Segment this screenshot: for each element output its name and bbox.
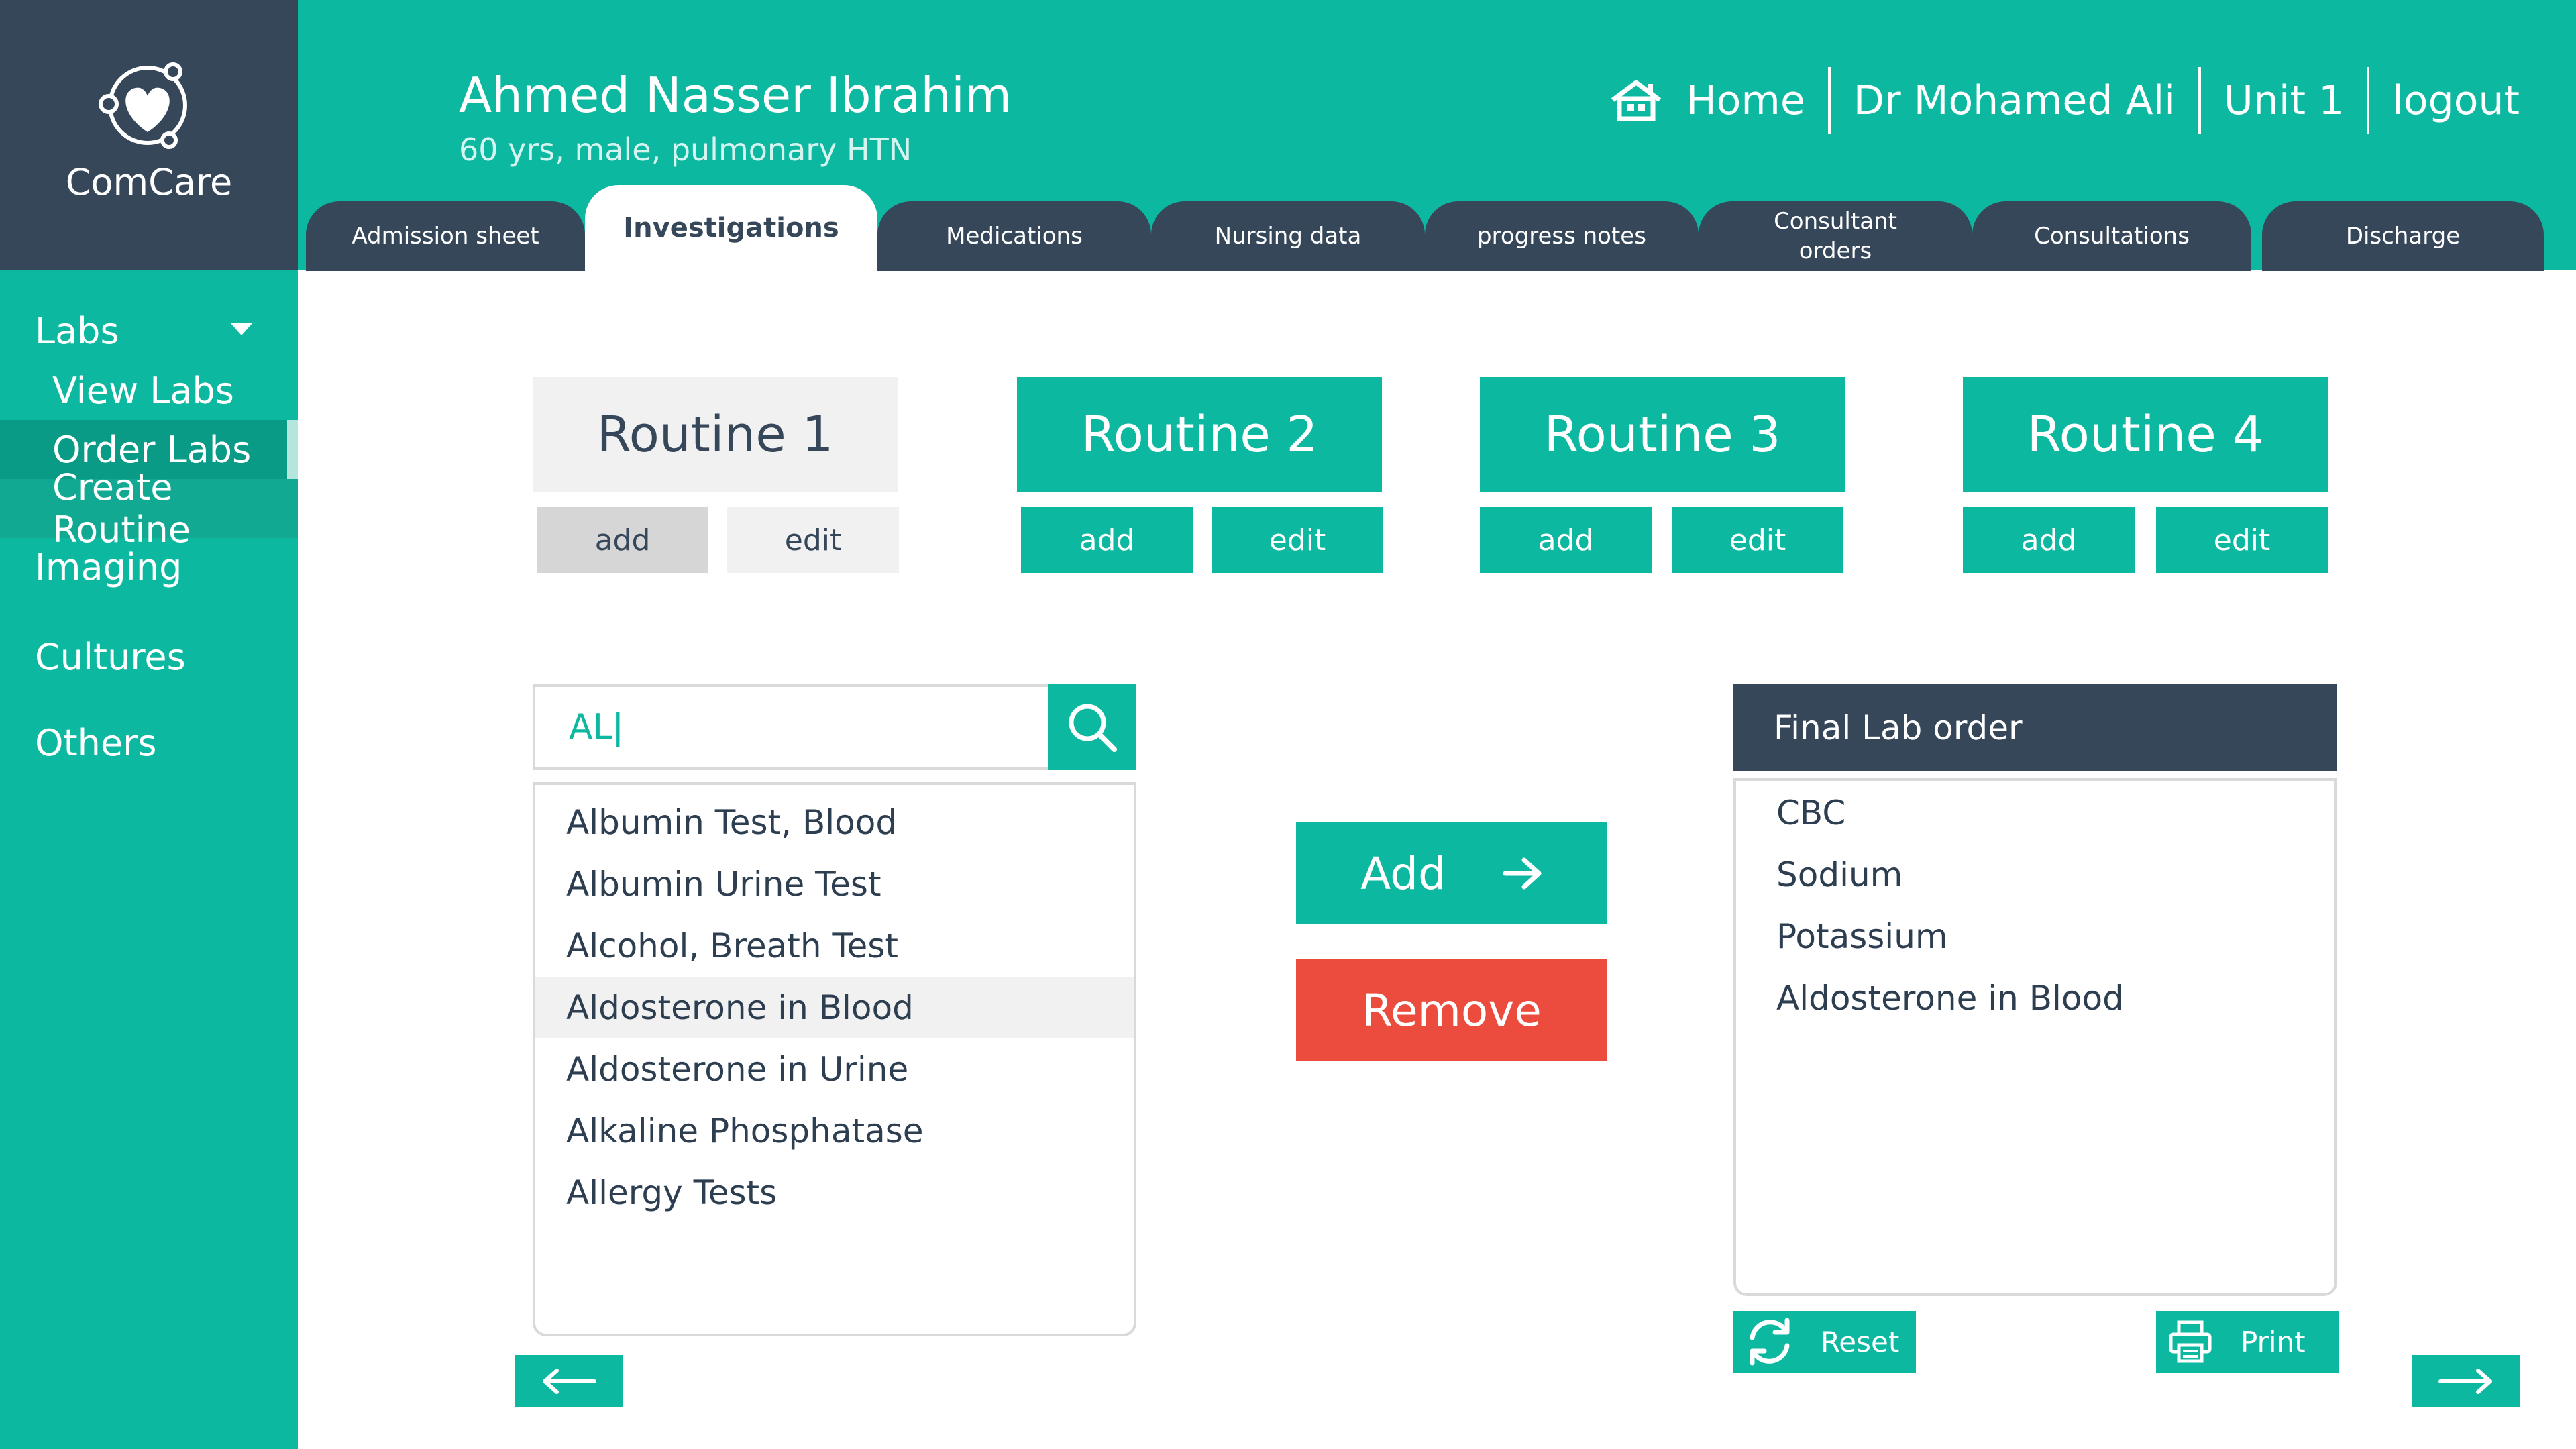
final-lab-order-title: Final Lab order [1733,684,2337,771]
sidebar-item-label: Order Labs [52,428,252,471]
tab-nursing-data[interactable]: Nursing data [1151,201,1425,271]
sidebar-item-imaging[interactable]: Imaging [35,546,182,588]
routine-4-button[interactable]: Routine 4 [1963,377,2328,492]
next-button[interactable] [2412,1355,2520,1407]
search-button[interactable] [1048,684,1136,770]
routine-2-button[interactable]: Routine 2 [1017,377,1382,492]
tab-admission-sheet[interactable]: Admission sheet [306,201,585,271]
tab-progress-notes[interactable]: progress notes [1425,201,1699,271]
list-item[interactable]: Aldosterone in Blood [1736,967,2334,1029]
arrow-left-icon [543,1368,596,1394]
tab-discharge[interactable]: Discharge [2262,201,2544,271]
list-item[interactable]: Alkaline Phosphatase [535,1100,1134,1162]
sidebar-item-others[interactable]: Others [35,722,156,764]
list-item[interactable]: Albumin Test, Blood [535,792,1134,853]
list-item[interactable]: CBC [1736,782,2334,844]
print-label: Print [2241,1325,2306,1358]
heart-logo-icon [99,62,187,149]
sidebar-item-cultures[interactable]: Cultures [35,636,186,678]
patient-info: 60 yrs, male, pulmonary HTN [459,131,912,168]
routine-3-button[interactable]: Routine 3 [1480,377,1845,492]
tab-medications[interactable]: Medications [877,201,1151,271]
sidebar-item-view-labs[interactable]: View Labs [0,361,298,420]
routine-4-add-button[interactable]: add [1963,507,2135,573]
sidebar-item-labs[interactable]: Labs [35,310,119,352]
chevron-down-icon[interactable] [231,323,252,335]
list-item[interactable]: Albumin Urine Test [535,853,1134,915]
tab-consultant-orders[interactable]: Consultant orders [1699,201,1972,271]
list-item[interactable]: Sodium [1736,844,2334,906]
sidebar-item-create-routine[interactable]: Create Routine [0,466,298,551]
list-item[interactable]: Aldosterone in Urine [535,1038,1134,1100]
list-item[interactable]: Allergy Tests [535,1162,1134,1224]
doctor-name[interactable]: Dr Mohamed Ali [1831,67,2201,134]
search-input[interactable]: AL| [533,684,1049,770]
list-item-selected[interactable]: Aldosterone in Blood [535,977,1134,1038]
routine-4-edit-button[interactable]: edit [2156,507,2328,573]
lab-results-list[interactable]: Albumin Test, Blood Albumin Urine Test A… [533,782,1136,1336]
list-item[interactable]: Potassium [1736,906,2334,967]
routine-2-edit-button[interactable]: edit [1212,507,1383,573]
refresh-icon [1750,1318,1790,1366]
search-icon [1069,704,1117,752]
routine-1-edit-button[interactable]: edit [727,507,899,573]
back-button[interactable] [515,1355,623,1407]
top-nav: Home Dr Mohamed Ali Unit 1 logout [1587,67,2542,134]
unit-label[interactable]: Unit 1 [2201,67,2370,134]
routine-3-add-button[interactable]: add [1480,507,1652,573]
remove-button[interactable]: Remove [1296,959,1607,1061]
home-link[interactable]: Home [1587,67,1831,134]
routine-1-add-button[interactable]: add [537,507,708,573]
reset-button[interactable]: Reset [1733,1311,1916,1373]
final-lab-order-list[interactable]: CBC Sodium Potassium Aldosterone in Bloo… [1733,778,2337,1296]
tab-consultations[interactable]: Consultations [1972,201,2251,271]
header: Ahmed Nasser Ibrahim 60 yrs, male, pulmo… [298,0,2576,271]
home-icon [1611,80,1661,121]
add-button[interactable]: Add [1296,822,1607,924]
logout-link[interactable]: logout [2369,67,2542,134]
patient-name: Ahmed Nasser Ibrahim [459,67,1012,123]
print-button[interactable]: Print [2156,1311,2339,1373]
list-item[interactable]: Alcohol, Breath Test [535,915,1134,977]
routine-1-button[interactable]: Routine 1 [533,377,898,492]
arrow-right-icon [1503,857,1542,890]
routine-2-add-button[interactable]: add [1021,507,1193,573]
home-label: Home [1686,77,1805,124]
tab-investigations[interactable]: Investigations [585,185,877,271]
routine-3-edit-button[interactable]: edit [1672,507,1843,573]
app-name: ComCare [65,161,233,203]
logo-panel: ComCare [0,0,298,270]
add-button-label: Add [1360,847,1446,900]
sidebar: Labs View Labs Order Labs Create Routine… [0,270,298,1449]
tab-bar: Admission sheet Investigations Medicatio… [306,185,2576,271]
printer-icon [2169,1320,2212,1363]
arrow-right-icon [2438,1368,2492,1394]
reset-label: Reset [1821,1325,1900,1358]
